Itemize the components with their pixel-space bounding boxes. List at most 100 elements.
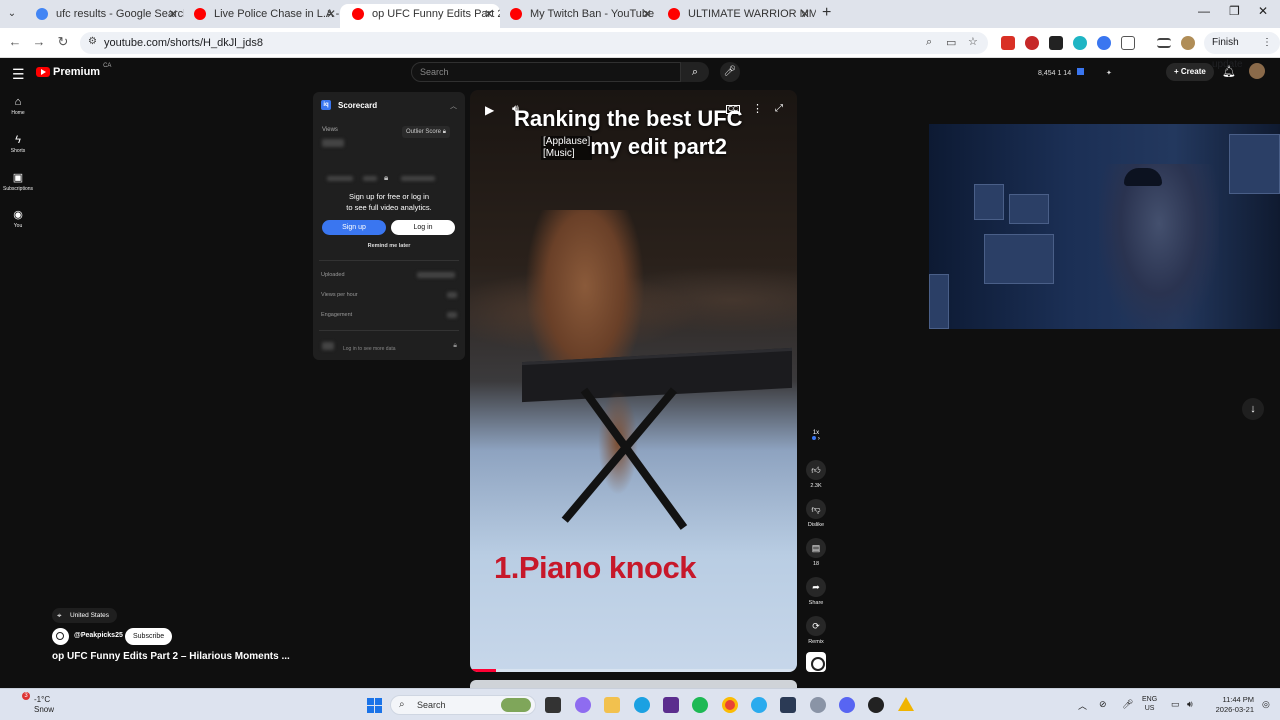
user-avatar[interactable] xyxy=(1249,63,1265,79)
spotify-icon[interactable] xyxy=(692,697,708,713)
minimize-icon[interactable]: — xyxy=(1198,4,1210,18)
comments-button[interactable]: ▤ 18 xyxy=(805,538,827,567)
next-short-arrow-icon[interactable]: ↓ xyxy=(1242,398,1264,420)
input-language-indicator[interactable]: ENG US xyxy=(1142,695,1157,713)
close-window-icon[interactable]: ✕ xyxy=(1258,4,1268,18)
edge-icon[interactable] xyxy=(634,697,650,713)
sign-up-button[interactable]: Sign up xyxy=(322,220,386,235)
channel-thumbnail[interactable] xyxy=(806,652,826,672)
zoom-icon[interactable]: ⌕ xyxy=(926,36,932,49)
short-title[interactable]: op UFC Funny Edits Part 2 – Hilarious Mo… xyxy=(52,651,290,662)
channel-name-link[interactable]: @Peakpicks25 xyxy=(74,632,123,639)
profile-avatar-icon[interactable] xyxy=(1181,36,1195,50)
bookmark-star-icon[interactable]: ☆ xyxy=(968,35,978,48)
location-chip[interactable]: ⌖ United States xyxy=(52,608,118,623)
app-icon[interactable] xyxy=(780,697,796,713)
remind-later-link[interactable]: Remind me later xyxy=(333,243,445,249)
microphone-icon[interactable]: 🎤︎ xyxy=(1122,699,1133,710)
collapse-chevron-icon[interactable]: ︿ xyxy=(450,101,457,111)
rail-item-subscriptions[interactable]: ▣ Subscriptions xyxy=(2,171,34,192)
finish-update-button[interactable]: Finish update ⋮ xyxy=(1204,32,1280,70)
app-icon[interactable] xyxy=(663,697,679,713)
extension-pin-icon[interactable]: ✦ xyxy=(1106,70,1112,77)
like-button[interactable]: 👍︎ 2.3K xyxy=(805,460,827,489)
puzzle-extensions-icon[interactable] xyxy=(1121,36,1135,50)
play-icon[interactable]: ▶ xyxy=(485,103,494,117)
like-count: 2.3K xyxy=(810,483,822,489)
chrome-icon[interactable] xyxy=(722,697,738,713)
task-view-icon[interactable] xyxy=(545,697,561,713)
extension-icon[interactable] xyxy=(1049,36,1063,50)
file-explorer-icon[interactable] xyxy=(604,697,620,713)
close-tab-icon[interactable]: ✕ xyxy=(484,4,494,24)
rail-item-shorts[interactable]: ϟ Shorts xyxy=(2,134,34,154)
network-off-icon[interactable]: ⊘ xyxy=(1099,699,1107,710)
cast-icon[interactable]: ▭ xyxy=(946,36,956,49)
browser-tab-active[interactable]: op UFC Funny Edits Part 2 – Hil ✕ xyxy=(340,4,500,28)
extension-icon[interactable] xyxy=(1001,36,1015,50)
notifications-icon[interactable]: ◎ xyxy=(1262,699,1270,710)
warning-icon[interactable] xyxy=(898,697,914,711)
close-tab-icon[interactable]: ✕ xyxy=(168,4,178,24)
app-icon[interactable] xyxy=(868,697,884,713)
notifications-bell-icon[interactable]: 🔔︎ xyxy=(1222,65,1236,78)
rail-item-home[interactable]: ⌂ Home xyxy=(2,96,34,116)
shorts-video-player[interactable]: Ranking the best UFC my edit part2 [Appl… xyxy=(470,90,797,672)
channel-avatar[interactable] xyxy=(52,628,69,645)
extension-icon[interactable] xyxy=(1097,36,1111,50)
share-button[interactable]: ➦ Share xyxy=(805,577,827,606)
kebab-menu-icon[interactable]: ⋮ xyxy=(1262,32,1272,54)
display-icon[interactable]: ▭ xyxy=(1171,699,1180,710)
forward-icon[interactable]: → xyxy=(30,34,48,49)
dislike-button[interactable]: 👎︎ Dislike xyxy=(805,499,827,528)
log-in-button[interactable]: Log in xyxy=(391,220,455,235)
volume-icon[interactable]: 🔊︎ xyxy=(512,103,519,116)
browser-tab[interactable]: ULTIMATE WARRIOR MMA ADR ✕ xyxy=(656,4,816,28)
reload-icon[interactable]: ↻ xyxy=(54,34,72,50)
extension-icon[interactable] xyxy=(1025,36,1039,50)
search-button[interactable]: ⌕ xyxy=(681,62,709,82)
scorecard-logo-icon: iq xyxy=(321,100,331,110)
close-tab-icon[interactable]: ✕ xyxy=(326,4,336,24)
voice-search-mic-icon[interactable]: 🎤︎ xyxy=(720,62,740,82)
windows-start-icon[interactable] xyxy=(367,698,382,713)
video-progress-bar[interactable] xyxy=(470,669,797,672)
playback-speed-control[interactable]: 1x › xyxy=(807,430,825,442)
new-tab-icon[interactable]: + xyxy=(822,4,831,22)
rail-item-you[interactable]: ◉ You xyxy=(2,208,34,229)
fullscreen-icon[interactable]: ⤢ xyxy=(775,103,783,114)
maximize-icon[interactable]: ❐ xyxy=(1229,4,1240,18)
telegram-icon[interactable] xyxy=(751,697,767,713)
taskbar-clock[interactable]: 11:44 PM 2026-03-21 xyxy=(1206,695,1254,715)
site-info-icon[interactable]: ⚙ xyxy=(88,36,97,47)
settings-gear-icon[interactable] xyxy=(810,697,826,713)
omnibox[interactable]: ⚙ youtube.com/shorts/H_dkJl_jds8 ⌕ ▭ ☆ xyxy=(80,32,988,54)
create-button[interactable]: + Create xyxy=(1166,63,1214,81)
more-options-icon[interactable]: ⋮ xyxy=(752,102,763,115)
hamburger-menu-icon[interactable]: ☰ xyxy=(12,66,25,83)
tab-search-dropdown-icon[interactable]: ⌄ xyxy=(4,6,20,22)
taskbar-search[interactable]: ⌕ Search xyxy=(390,695,536,715)
weather-widget[interactable]: 3 -1°C Snow xyxy=(10,692,54,715)
browser-tab[interactable]: ufc results - Google Search ✕ xyxy=(24,4,184,28)
close-tab-icon[interactable]: ✕ xyxy=(642,4,652,24)
close-tab-icon[interactable]: ✕ xyxy=(800,4,810,24)
browser-tab[interactable]: Live Police Chase in L.A - YouTu ✕ xyxy=(182,4,342,28)
browser-tab[interactable]: My Twitch Ban - YouTube ✕ xyxy=(498,4,658,28)
outlier-score-chip[interactable]: Outlier Score 🔒︎ xyxy=(402,126,450,138)
extension-icon[interactable] xyxy=(1073,36,1087,50)
remix-button[interactable]: ⟳ Remix xyxy=(805,616,827,645)
youtube-premium-logo[interactable]: Premium CA xyxy=(36,63,111,78)
extension-stats-counter[interactable]: 8,454 1 14 ✦ xyxy=(1038,68,1112,77)
tray-overflow-chevron-icon[interactable]: ︿ xyxy=(1078,699,1087,712)
copilot-icon[interactable] xyxy=(575,697,591,713)
captions-icon[interactable]: CC xyxy=(726,105,741,114)
subscribe-button[interactable]: Subscribe xyxy=(125,628,173,645)
search-input[interactable]: Search xyxy=(411,62,681,82)
footer-text: Log in to see more data xyxy=(343,346,396,352)
discord-icon[interactable] xyxy=(839,697,855,713)
back-icon[interactable]: ← xyxy=(6,34,24,49)
volume-tray-icon[interactable]: 🔊︎ xyxy=(1187,699,1193,710)
reading-list-icon[interactable] xyxy=(1157,38,1171,48)
url-text[interactable]: youtube.com/shorts/H_dkJl_jds8 xyxy=(104,37,263,49)
